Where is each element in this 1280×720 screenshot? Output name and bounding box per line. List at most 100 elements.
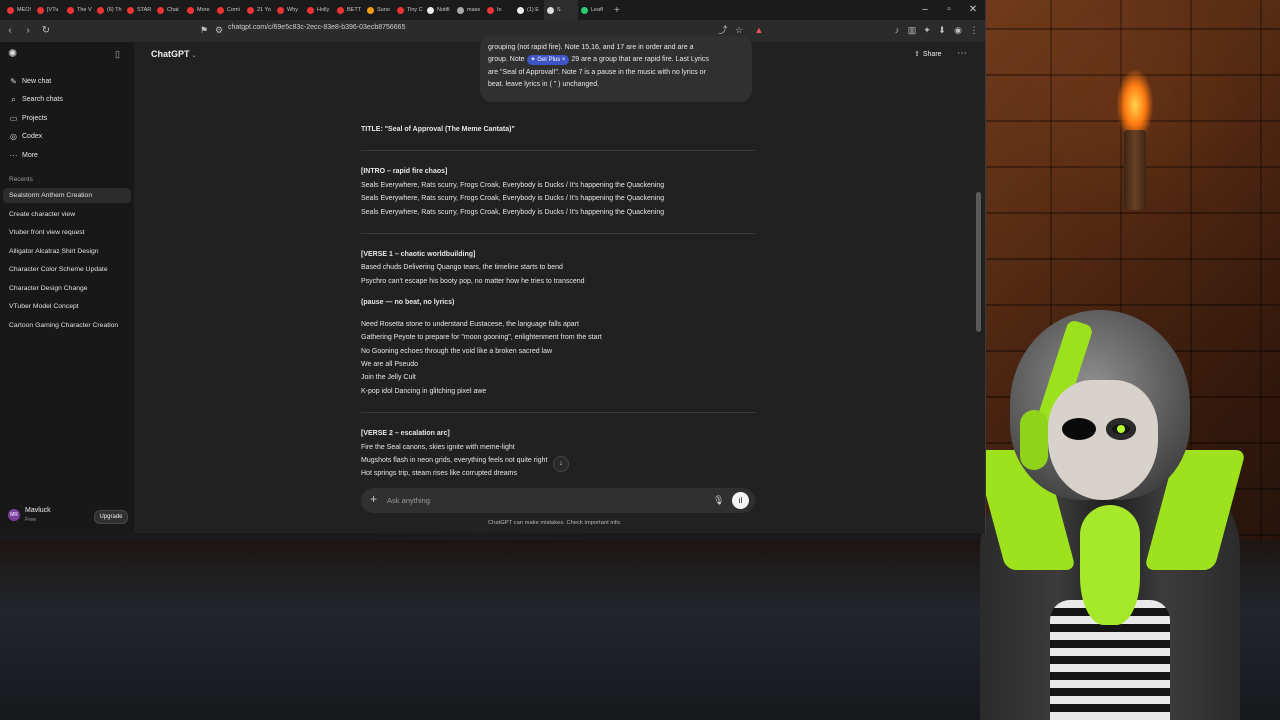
chat-sidebar: ✺ ▯ ✎ New chat ⌕ Search chats ▭ Projects ◎ Code…: [0, 42, 134, 533]
recent-chat-item[interactable]: VTuber Model Concept: [3, 299, 131, 314]
close-window-button[interactable]: ✕: [961, 0, 985, 20]
sidepanel-icon[interactable]: ▥: [905, 23, 919, 37]
minimize-button[interactable]: –: [913, 0, 937, 20]
browser-tab[interactable]: Leafl: [578, 0, 608, 20]
download-icon[interactable]: ⬇: [935, 23, 949, 37]
tab-label: Chat: [167, 7, 179, 13]
avatar-cravat: [1080, 505, 1140, 625]
user-account[interactable]: MR Mavluck Free Upgrade: [6, 504, 130, 526]
tab-favicon-icon: [277, 6, 284, 14]
sidebar-item-codex[interactable]: ◎ Codex: [6, 129, 130, 145]
lyric-line: Based chuds Delivering Quango tears, the…: [361, 264, 563, 271]
browser-tab[interactable]: Tiny C: [394, 0, 424, 20]
browser-tab[interactable]: Chat: [154, 0, 184, 20]
upgrade-button[interactable]: Upgrade: [94, 510, 128, 524]
tab-label: Why: [287, 7, 298, 13]
chat-composer[interactable]: + Ask anything 🎙 ıl: [361, 488, 755, 513]
browser-tab[interactable]: Comi: [214, 0, 244, 20]
recent-chat-item[interactable]: Character Design Change: [3, 281, 131, 296]
browser-tab[interactable]: BETT: [334, 0, 364, 20]
reload-icon[interactable]: ↻: [38, 23, 54, 39]
recent-chat-item[interactable]: Vtuber front view request: [3, 225, 131, 240]
avatar-eye-left: [1062, 418, 1096, 440]
profile-icon[interactable]: ◉: [951, 23, 965, 37]
get-plus-button[interactable]: ✦ Get Plus ×: [526, 55, 570, 66]
sidebar-item-search-chats[interactable]: ⌕ Search chats: [6, 92, 130, 108]
lyric-line: Hot springs trip, steam rises like corru…: [361, 470, 517, 477]
browser-tab[interactable]: MEO!: [4, 0, 34, 20]
browser-tab[interactable]: [VTu: [34, 0, 64, 20]
tab-favicon-icon: [7, 6, 14, 14]
recent-chat-item[interactable]: Alligator Alcatraz Shirt Design: [3, 244, 131, 259]
tab-favicon-icon: [217, 6, 224, 14]
tab-favicon-icon: [307, 6, 314, 14]
tab-favicon-icon: [97, 6, 104, 14]
menu-icon[interactable]: ⋮: [967, 23, 981, 37]
model-selector[interactable]: ChatGPT ⌄: [151, 49, 197, 59]
browser-tab[interactable]: STAR: [124, 0, 154, 20]
user-message: grouping (not rapid fire). Note 15,16, a…: [480, 36, 752, 102]
browser-tab[interactable]: Suno: [364, 0, 394, 20]
sidebar-item-new-chat[interactable]: ✎ New chat: [6, 73, 130, 89]
browser-tab[interactable]: Holly: [304, 0, 334, 20]
section-heading: [INTRO – rapid fire chaos]: [361, 168, 448, 175]
site-info-icon[interactable]: ⚙: [212, 23, 226, 37]
new-tab-button[interactable]: +: [614, 5, 620, 16]
sidebar-item-label: More: [22, 151, 38, 159]
install-icon[interactable]: ⤴: [716, 23, 730, 37]
tab-strip: MEO! [VTu The V (6) Th STAR Chat More Comi 21 Yo…: [0, 0, 985, 20]
sidebar-item-icon: ⌕: [11, 94, 16, 104]
browser-tab[interactable]: The V: [64, 0, 94, 20]
sidebar-item-more[interactable]: ··· More: [6, 147, 130, 163]
browser-tab[interactable]: In: [484, 0, 514, 20]
browser-tab[interactable]: mass: [454, 0, 484, 20]
lyric-line: Fire the Seal canons, skies ignite with …: [361, 444, 515, 451]
attach-icon[interactable]: +: [370, 492, 377, 506]
recent-chat-item[interactable]: Sealstorm Anthem Creation: [3, 188, 131, 203]
forward-icon[interactable]: ›: [20, 23, 36, 39]
recent-chat-item[interactable]: Cartoon Gaming Character Creation: [3, 318, 131, 333]
user-message-line: group. Note ✦ Get Plus × 29 are a group …: [488, 54, 744, 66]
voice-mode-icon[interactable]: ıl: [732, 492, 749, 509]
browser-tab[interactable]: 21 Yo: [244, 0, 274, 20]
mic-icon[interactable]: 🎙: [713, 495, 724, 506]
tab-favicon-icon: [127, 6, 134, 14]
recent-chat-item[interactable]: Character Color Scheme Update: [3, 262, 131, 277]
back-icon[interactable]: ‹: [2, 23, 18, 39]
browser-tab[interactable]: (1) E: [514, 0, 544, 20]
tab-label: In: [497, 7, 502, 13]
browser-tab[interactable]: Why: [274, 0, 304, 20]
lyric-line: K-pop idol Dancing in glitching pixel aw…: [361, 388, 487, 395]
more-options-icon[interactable]: ⋯: [957, 48, 967, 59]
tab-favicon-icon: [397, 6, 404, 14]
scroll-down-icon[interactable]: ↓: [553, 456, 569, 472]
openai-logo-icon[interactable]: ✺: [8, 48, 20, 60]
address-bar[interactable]: chatgpt.com/c/69e5c83c-2ecc-83e8-b396-03…: [228, 24, 405, 31]
sidebar-toggle-icon[interactable]: ▯: [115, 48, 127, 60]
user-name: Mavluck: [25, 507, 51, 514]
avatar[interactable]: MR: [8, 509, 20, 521]
avatar-headphone: [1020, 410, 1048, 470]
browser-tab[interactable]: S: [544, 0, 578, 20]
browser-tab[interactable]: More: [184, 0, 214, 20]
scrollbar[interactable]: [976, 192, 981, 332]
tab-list: MEO! [VTu The V (6) Th STAR Chat More Comi 21 Yo…: [4, 0, 608, 20]
recent-chat-item[interactable]: Create character view: [3, 207, 131, 222]
sidebar-item-label: New chat: [22, 77, 52, 85]
maximize-button[interactable]: ▫: [937, 0, 961, 20]
media-icon[interactable]: ♪: [890, 23, 904, 37]
share-button[interactable]: ⇪ Share: [914, 50, 942, 58]
share-icon: ⇪: [914, 51, 920, 58]
star-icon[interactable]: ☆: [732, 23, 746, 37]
bookmark-icon[interactable]: ⚑: [197, 23, 211, 37]
sidebar-item-projects[interactable]: ▭ Projects: [6, 110, 130, 126]
browser-tab[interactable]: Notifi: [424, 0, 454, 20]
extension-red-icon[interactable]: ▲: [752, 23, 766, 37]
lyric-line: We are all Pseudo: [361, 361, 419, 368]
composer-input[interactable]: Ask anything: [387, 496, 430, 505]
lyric-line: No Gooning echoes through the void like …: [361, 348, 553, 355]
lyric-line: Psychro can't escape his booty pop, no m…: [361, 278, 585, 285]
browser-tab[interactable]: (6) Th: [94, 0, 124, 20]
sidebar-item-label: Projects: [22, 114, 48, 122]
extensions-icon[interactable]: ✦: [920, 23, 934, 37]
